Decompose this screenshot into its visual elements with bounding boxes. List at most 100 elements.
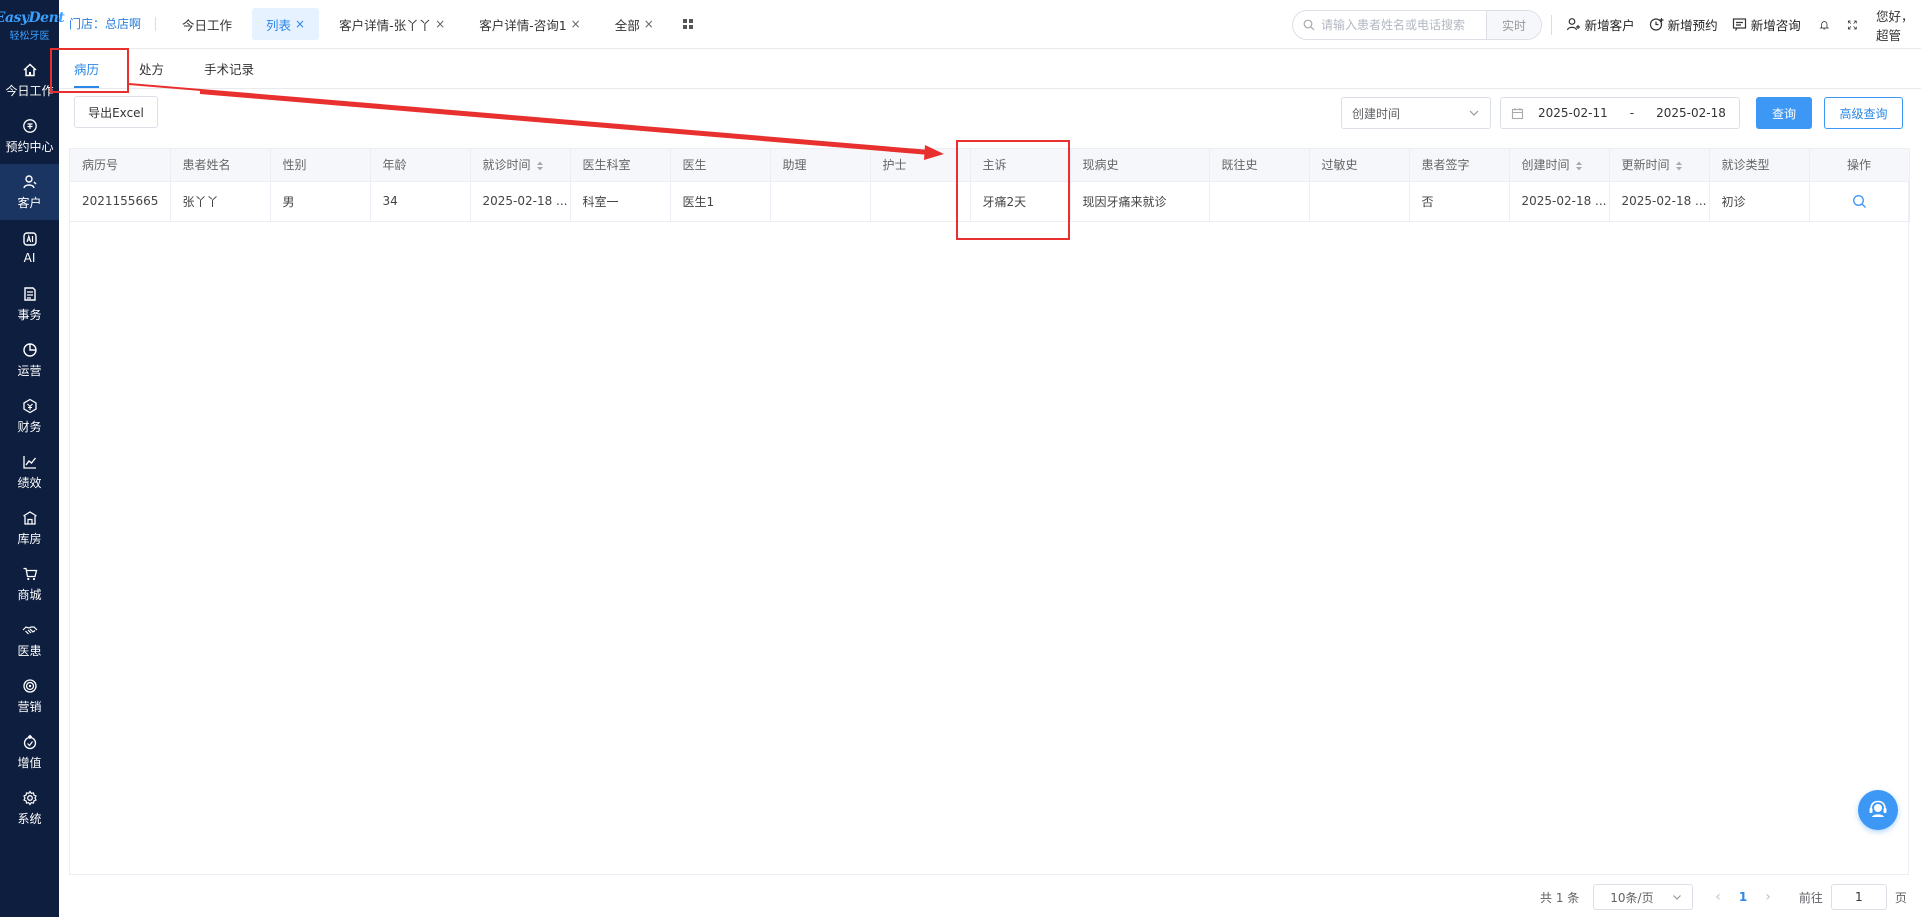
sidebar-item-value-added[interactable]: 增值 xyxy=(0,724,59,780)
new-consult-button[interactable]: 新增咨询 xyxy=(1732,15,1801,34)
column-header: 患者签字 xyxy=(1409,149,1510,182)
close-icon[interactable]: × xyxy=(295,17,305,31)
query-button[interactable]: 查询 xyxy=(1756,97,1812,129)
sort-icon[interactable] xyxy=(1675,161,1683,171)
new-appointment-button[interactable]: 新增预约 xyxy=(1649,15,1718,34)
top-header: 门店：总店啊 今日工作 列表 × 客户详情-张丫丫 × 客户详情-咨询1 × 全… xyxy=(59,0,1921,49)
column-header: 患者姓名 xyxy=(170,149,271,182)
close-icon[interactable]: × xyxy=(435,17,445,31)
time-type-value: 创建时间 xyxy=(1352,106,1401,121)
table-cell xyxy=(770,181,871,222)
user-menu[interactable]: 您好，超管 xyxy=(1876,6,1921,44)
sidebar-item-label: 今日工作 xyxy=(5,83,54,98)
patient-search: 实时 xyxy=(1292,10,1542,40)
tab-label: 客户详情-咨询1 xyxy=(479,17,567,33)
logo: EasyDent 轻松牙医 xyxy=(0,0,65,52)
sidebar-item-mall[interactable]: 商城 xyxy=(0,556,59,612)
search-input[interactable] xyxy=(1321,18,1481,32)
search-mode-button[interactable]: 实时 xyxy=(1486,11,1541,39)
table-cell xyxy=(1309,181,1410,222)
column-header: 就诊类型 xyxy=(1709,149,1810,182)
chevron-down-icon xyxy=(1469,110,1479,116)
column-header: 医生科室 xyxy=(570,149,671,182)
page-tabs: 今日工作 列表 × 客户详情-张丫丫 × 客户详情-咨询1 × 全部 × xyxy=(168,0,694,48)
sidebar-item-operations[interactable]: 运营 xyxy=(0,332,59,388)
sidebar-item-marketing[interactable]: 营销 xyxy=(0,668,59,724)
table-cell: 2025-02-18 ... xyxy=(1609,181,1710,222)
advanced-query-button[interactable]: 高级查询 xyxy=(1824,97,1903,129)
cart-icon xyxy=(23,567,37,580)
close-icon[interactable]: × xyxy=(571,17,581,31)
action-label: 新增咨询 xyxy=(1750,18,1801,33)
sort-icon[interactable] xyxy=(536,161,544,171)
tab-all[interactable]: 全部 × xyxy=(601,8,668,40)
tab-label: 客户详情-张丫丫 xyxy=(339,17,432,33)
top-actions: 新增客户 新增预约 新增咨询 您好，超管 xyxy=(1551,0,1921,49)
bell-icon[interactable] xyxy=(1819,17,1830,33)
sidebar-item-label: 运营 xyxy=(17,363,42,378)
page-number[interactable]: 1 xyxy=(1739,890,1747,904)
sidebar-item-label: 绩效 xyxy=(17,475,42,490)
headset-icon xyxy=(1869,800,1887,817)
growth-icon xyxy=(23,734,36,749)
customer-service-button[interactable] xyxy=(1858,790,1898,830)
table-cell xyxy=(1209,181,1310,222)
record-subtabs: 病历 处方 手术记录 xyxy=(59,49,1921,89)
sidebar-item-customers[interactable]: 客户 xyxy=(0,164,59,220)
total-count: 共 1 条 xyxy=(1540,890,1580,905)
subtab-surgery-record[interactable]: 手术记录 xyxy=(204,48,254,88)
prev-page-button[interactable]: ‹ xyxy=(1715,889,1721,905)
goto-page-input[interactable] xyxy=(1830,884,1887,910)
page-size-select[interactable]: 10条/页 xyxy=(1593,884,1694,910)
tab-customer-detail-consult[interactable]: 客户详情-咨询1 × xyxy=(465,8,595,40)
column-header: 现病史 xyxy=(1070,149,1210,182)
grid-menu-icon[interactable] xyxy=(682,18,694,30)
column-header-sortable[interactable]: 更新时间 xyxy=(1609,149,1710,182)
column-header: 过敏史 xyxy=(1309,149,1410,182)
add-clock-icon xyxy=(1649,18,1664,31)
sort-icon[interactable] xyxy=(1575,161,1583,171)
sidebar-item-appointments[interactable]: 预约中心 xyxy=(0,108,59,164)
tab-customer-detail-zhang[interactable]: 客户详情-张丫丫 × xyxy=(325,8,459,40)
fullscreen-icon[interactable] xyxy=(1847,17,1858,33)
date-range-picker[interactable]: 2025-02-11 - 2025-02-18 xyxy=(1500,97,1740,129)
table-cell: 否 xyxy=(1409,181,1510,222)
table-cell: 医生1 xyxy=(670,181,771,222)
column-header: 病历号 xyxy=(70,149,171,182)
sidebar-item-label: 营销 xyxy=(17,699,42,714)
new-customer-button[interactable]: 新增客户 xyxy=(1566,15,1635,34)
divider xyxy=(1551,14,1552,35)
page-size-value: 10条/页 xyxy=(1610,890,1654,905)
sidebar-item-performance[interactable]: 绩效 xyxy=(0,444,59,500)
sidebar-item-doctor-patient[interactable]: 医患 xyxy=(0,612,59,668)
medical-record-table: 病历号 患者姓名 性别 年龄 就诊时间 医生科室 医生 助理 护士 主诉 现病史… xyxy=(69,148,1910,875)
column-header-sortable[interactable]: 就诊时间 xyxy=(470,149,571,182)
home-icon xyxy=(22,62,37,76)
table-cell: 34 xyxy=(370,181,471,222)
next-page-button[interactable]: › xyxy=(1765,889,1771,905)
sidebar-item-ai[interactable]: AI xyxy=(0,220,59,276)
column-header-sortable[interactable]: 创建时间 xyxy=(1509,149,1610,182)
table-cell: 初诊 xyxy=(1709,181,1810,222)
view-search-icon[interactable] xyxy=(1852,194,1867,209)
sidebar-item-finance[interactable]: 财务 xyxy=(0,388,59,444)
ai-icon xyxy=(22,232,37,246)
tab-list[interactable]: 列表 × xyxy=(252,8,320,40)
sidebar-item-affairs[interactable]: 事务 xyxy=(0,276,59,332)
finance-icon xyxy=(22,398,37,413)
date-start[interactable]: 2025-02-11 xyxy=(1538,106,1608,120)
subtab-prescription[interactable]: 处方 xyxy=(139,48,164,88)
export-excel-button[interactable]: 导出Excel xyxy=(74,96,158,128)
store-selector[interactable]: 门店：总店啊 xyxy=(59,17,157,31)
close-icon[interactable]: × xyxy=(644,17,654,31)
tab-today-work[interactable]: 今日工作 xyxy=(168,8,246,40)
sidebar-item-label: 客户 xyxy=(17,195,42,210)
message-icon xyxy=(1732,18,1746,31)
date-end[interactable]: 2025-02-18 xyxy=(1656,106,1726,120)
table-cell: 科室一 xyxy=(570,181,671,222)
sidebar-item-warehouse[interactable]: 库房 xyxy=(0,500,59,556)
add-user-icon xyxy=(1566,18,1580,31)
sidebar-item-system[interactable]: 系统 xyxy=(0,780,59,836)
time-type-select[interactable]: 创建时间 xyxy=(1341,97,1491,129)
gear-icon xyxy=(22,789,37,806)
